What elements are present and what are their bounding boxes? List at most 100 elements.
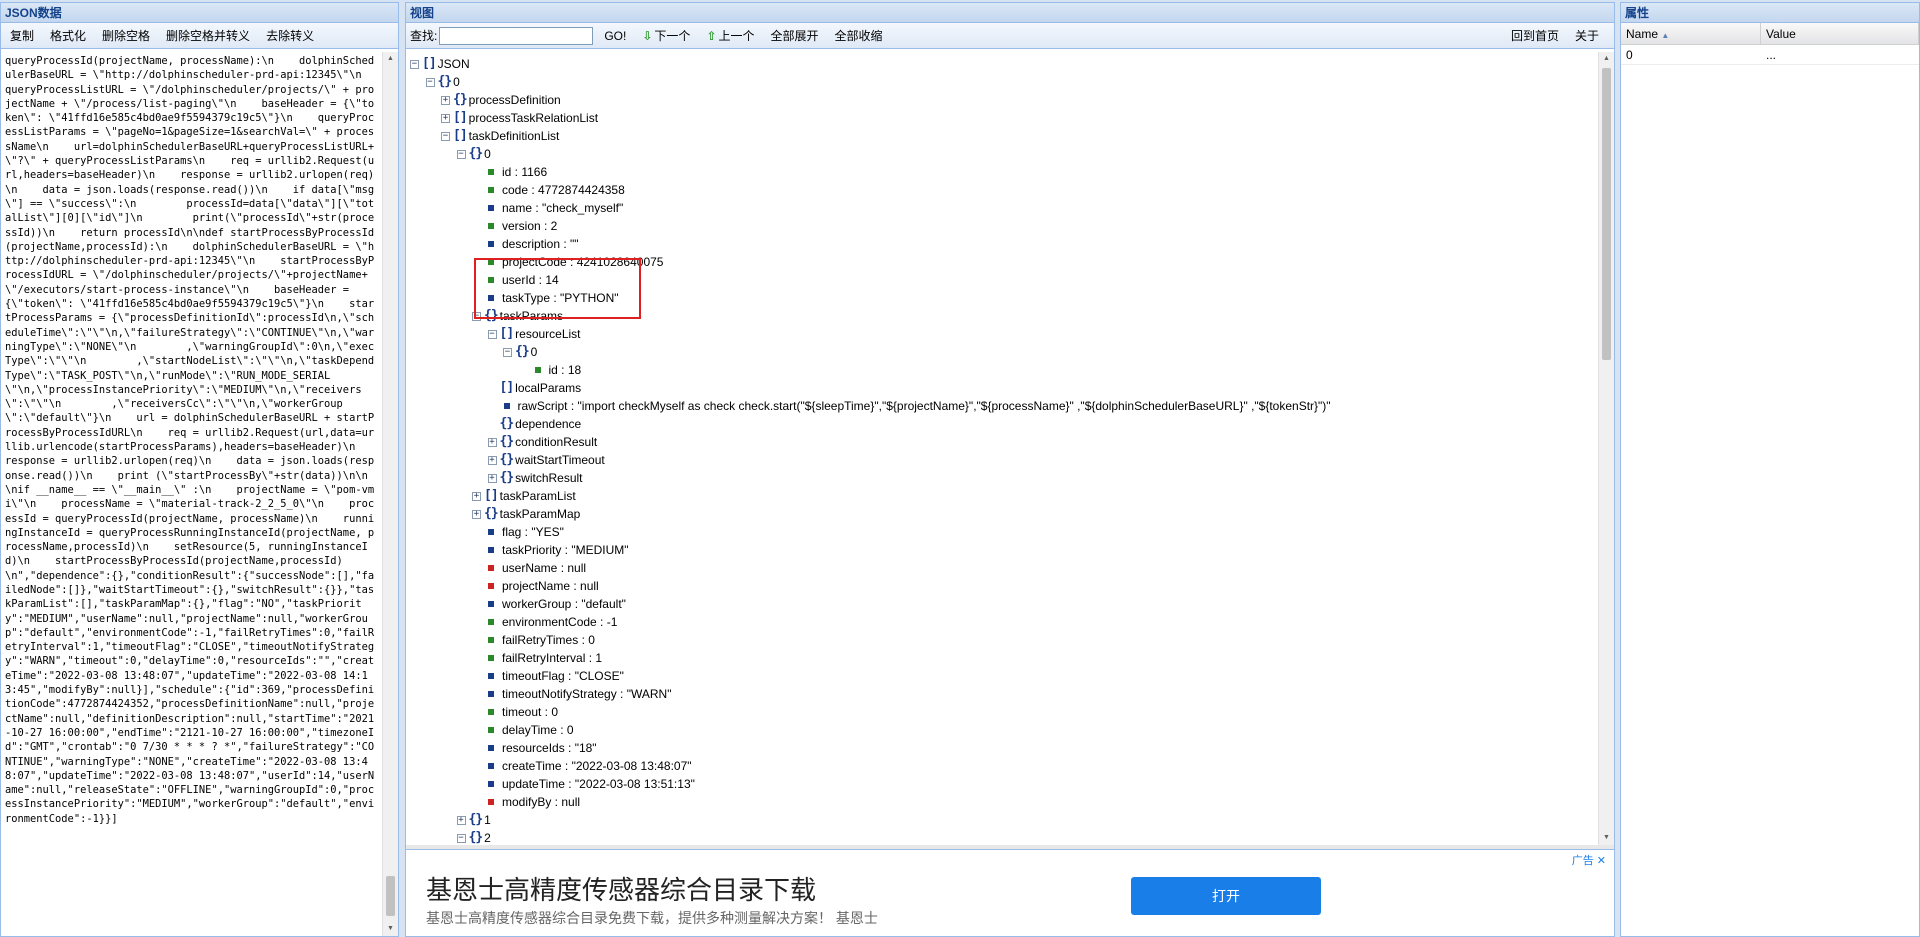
tree-scrollbar[interactable]: ▲ ▼ [1598,52,1614,845]
tree-node[interactable]: resourceIds : "18" [406,739,1598,757]
column-header-value[interactable]: Value [1761,23,1919,44]
collapse-toggle-icon[interactable]: − [456,149,466,159]
tree-node[interactable]: version : 2 [406,217,1598,235]
tree-node-label[interactable]: timeout : 0 [502,703,558,721]
tree-node-label[interactable]: dependence [515,415,581,433]
scroll-thumb[interactable] [386,876,395,916]
tree-node[interactable]: description : "" [406,235,1598,253]
tree-node-label[interactable]: userName : null [502,559,586,577]
tree-node-label[interactable]: conditionResult [515,433,597,451]
tree-node-label[interactable]: 0 [484,145,491,163]
tree-node[interactable]: −{} 0 [406,343,1598,361]
tree-node-label[interactable]: delayTime : 0 [502,721,574,739]
tree-node[interactable]: −{} 0 [406,73,1598,91]
tree-node-label[interactable]: projectName : null [502,577,599,595]
tree-node[interactable]: id : 18 [406,361,1598,379]
tree-node[interactable]: timeoutNotifyStrategy : "WARN" [406,685,1598,703]
tree-node[interactable]: projectName : null [406,577,1598,595]
tree-node-label[interactable]: workerGroup : "default" [502,595,626,613]
collapse-all-button[interactable]: 全部收缩 [830,25,888,46]
search-input[interactable] [439,26,594,45]
tree-node-label[interactable]: taskParamList [500,487,576,505]
close-icon[interactable]: ✕ [1597,855,1606,867]
collapse-toggle-icon[interactable]: − [410,59,419,69]
tree-node[interactable]: code : 4772874424358 [406,181,1598,199]
collapse-toggle-icon[interactable]: − [441,131,450,141]
scroll-down-arrow-icon[interactable]: ▼ [383,922,398,936]
collapse-toggle-icon[interactable]: − [472,311,481,321]
tree-node[interactable]: userId : 14 [406,271,1598,289]
tree-scroll-thumb[interactable] [1602,68,1611,360]
tree-node[interactable]: −{} 2 [406,829,1598,845]
tree-node-label[interactable]: JSON [438,55,470,73]
tree-node[interactable]: +{} conditionResult [406,433,1598,451]
tree-node-label[interactable]: taskPriority : "MEDIUM" [502,541,629,559]
tree-node[interactable]: +[] processTaskRelationList [406,109,1598,127]
tree-node-label[interactable]: modifyBy : null [502,793,580,811]
tree-node-label[interactable]: 0 [453,73,460,91]
tree-node-label[interactable]: taskType : "PYTHON" [502,289,619,307]
remove-spaces-button[interactable]: 删除空格 [97,25,155,46]
tree-node[interactable]: modifyBy : null [406,793,1598,811]
tree-node-label[interactable]: description : "" [502,235,579,253]
tree-node-label[interactable]: waitStartTimeout [515,451,605,469]
tree-node[interactable]: environmentCode : -1 [406,613,1598,631]
tree-scroll-up-icon[interactable]: ▲ [1599,52,1614,66]
tree-node-label[interactable]: failRetryTimes : 0 [502,631,595,649]
tree-node-label[interactable]: resourceIds : "18" [502,739,597,757]
tree-node-label[interactable]: 1 [484,811,491,829]
ad-badge[interactable]: 广告 ✕ [1572,852,1606,868]
tree-node-label[interactable]: version : 2 [502,217,557,235]
column-header-name[interactable]: Name ▲ [1621,23,1761,44]
tree-node[interactable]: +{} processDefinition [406,91,1598,109]
tree-node[interactable]: timeoutFlag : "CLOSE" [406,667,1598,685]
tree-node[interactable]: updateTime : "2022-03-08 13:51:13" [406,775,1598,793]
unescape-button[interactable]: 去除转义 [261,25,319,46]
tree-node-label[interactable]: taskParams [500,307,563,325]
tree-node[interactable]: [] localParams [406,379,1598,397]
tree-node-label[interactable]: updateTime : "2022-03-08 13:51:13" [502,775,695,793]
collapse-toggle-icon[interactable]: − [487,329,497,339]
tree-node-label[interactable]: failRetryInterval : 1 [502,649,602,667]
expand-toggle-icon[interactable]: + [472,509,481,519]
tree-node-label[interactable]: rawScript : "import checkMyself as check… [518,397,1331,415]
next-button[interactable]: ⇩ 下一个 [637,25,695,46]
tree-node[interactable]: +{} taskParamMap [406,505,1598,523]
tree-node-label[interactable]: processDefinition [469,91,561,109]
table-row[interactable]: 0 ... [1621,45,1919,65]
ad-title[interactable]: 基恩士高精度传感器综合目录下载 [426,870,816,907]
tree-node[interactable]: taskPriority : "MEDIUM" [406,541,1598,559]
expand-toggle-icon[interactable]: + [487,437,497,447]
expand-toggle-icon[interactable]: + [456,815,466,825]
tree-node[interactable]: workerGroup : "default" [406,595,1598,613]
tree-node-label[interactable]: timeoutNotifyStrategy : "WARN" [502,685,671,703]
tree-node[interactable]: taskType : "PYTHON" [406,289,1598,307]
prev-button[interactable]: ⇧ 上一个 [701,25,759,46]
tree-node-label[interactable]: createTime : "2022-03-08 13:48:07" [502,757,692,775]
json-text-scrollbar[interactable]: ▲ ▼ [382,52,398,936]
tree-node[interactable]: delayTime : 0 [406,721,1598,739]
tree-node-label[interactable]: id : 1166 [502,163,547,181]
tree-node-label[interactable]: switchResult [515,469,582,487]
tree-node-label[interactable]: resourceList [515,325,580,343]
tree-node[interactable]: −[] JSON [406,55,1598,73]
json-textarea[interactable]: queryProcessId(projectName, processName)… [1,52,382,936]
expand-all-button[interactable]: 全部展开 [766,25,824,46]
tree-node[interactable]: {} dependence [406,415,1598,433]
tree-node-label[interactable]: processTaskRelationList [469,109,598,127]
tree-node[interactable]: failRetryTimes : 0 [406,631,1598,649]
tree-node[interactable]: +{} 1 [406,811,1598,829]
tree-node-label[interactable]: name : "check_myself" [502,199,623,217]
tree-node[interactable]: name : "check_myself" [406,199,1598,217]
copy-button[interactable]: 复制 [5,25,39,46]
format-button[interactable]: 格式化 [45,25,91,46]
tree-node[interactable]: rawScript : "import checkMyself as check… [406,397,1598,415]
expand-toggle-icon[interactable]: + [441,95,450,105]
ad-description[interactable]: 基恩士高精度传感器综合目录免费下载，提供多种测量解决方案！ 基恩士 [426,908,878,928]
expand-toggle-icon[interactable]: + [487,473,497,483]
home-button[interactable]: 回到首页 [1506,25,1564,46]
tree-node[interactable]: +{} switchResult [406,469,1598,487]
ad-open-button[interactable]: 打开 [1131,877,1321,915]
tree-node[interactable]: timeout : 0 [406,703,1598,721]
tree-node-label[interactable]: 2 [484,829,491,845]
